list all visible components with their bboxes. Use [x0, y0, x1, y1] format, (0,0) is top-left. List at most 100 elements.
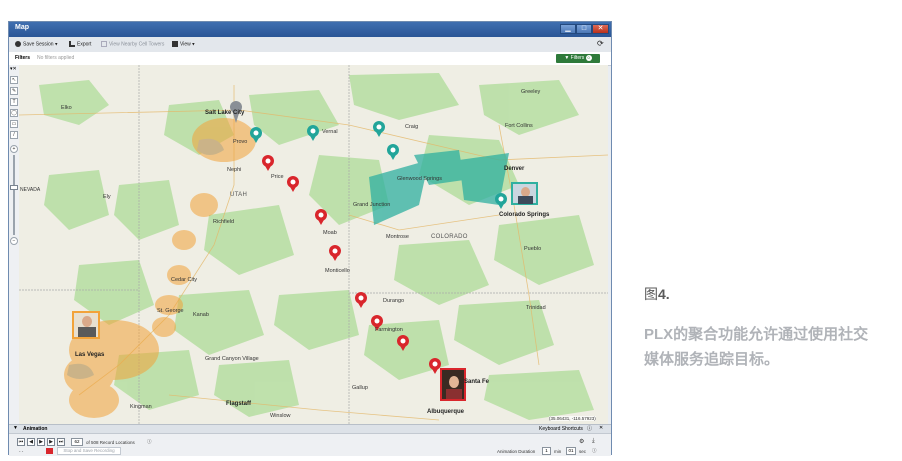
zoom-in-icon[interactable]: +	[10, 145, 18, 153]
record-icon[interactable]	[46, 448, 53, 454]
map-label-salt-lake-city: Salt Lake City	[205, 110, 245, 116]
lasso-tool-icon[interactable]: ◯	[10, 109, 18, 117]
select-tool-icon[interactable]: ↖	[10, 76, 18, 84]
funnel-icon: ▼	[564, 55, 570, 61]
map-label-las-vegas: Las Vegas	[75, 352, 105, 358]
map-label-pueblo: Pueblo	[524, 246, 542, 252]
export-button[interactable]: Export	[69, 41, 91, 47]
zoom-slider[interactable]	[13, 155, 15, 235]
minimize-button[interactable]: ▁	[560, 24, 576, 34]
map-canvas[interactable]: Elko Salt Lake City Provo Vernal Craig F…	[19, 65, 608, 424]
map-label-price: Price	[271, 174, 284, 180]
animation-panel: ▼ Animation Keyboard Shortcuts ⓘ ✕ ⏮ ◀ ▶…	[9, 424, 611, 456]
zoom-slider-handle[interactable]	[10, 185, 18, 190]
map-label-greeley: Greeley	[521, 89, 541, 95]
stop-save-recording-button[interactable]: Stop and Save Recording	[57, 447, 121, 455]
skip-to-start-icon[interactable]: ⏮	[17, 438, 25, 446]
duration-seconds-input[interactable]: 01	[566, 447, 576, 455]
filter-bar: Filters No filters applied ▼ Filters 0	[9, 52, 611, 66]
map-label-kingman: Kingman	[130, 404, 152, 410]
map-label-denver: Denver	[504, 166, 525, 172]
figure-caption: PLX的聚合功能允许通过使用社交媒体服务追踪目标。	[644, 326, 869, 368]
map-label-nevada: NEVADA	[20, 187, 41, 193]
disk-icon	[15, 41, 21, 47]
recording-status: - -	[19, 449, 24, 454]
download-icon[interactable]: ⤓	[592, 438, 595, 445]
person-shoulders-icon	[446, 389, 462, 399]
map-label-elko: Elko	[61, 105, 72, 111]
map-label-provo: Provo	[233, 139, 248, 145]
close-button[interactable]: ✕	[592, 24, 609, 34]
step-back-icon[interactable]: ◀	[27, 438, 35, 446]
cursor-coordinates: (35.06431, -116.57923)	[549, 416, 596, 421]
current-record-input[interactable]: 62	[71, 438, 83, 446]
map-label-glenwood-springs: Glenwood Springs	[397, 176, 442, 182]
close-animation-icon[interactable]: ✕	[599, 425, 603, 431]
person-face-icon	[82, 316, 92, 327]
map-label-grand-canyon: Grand Canyon Village	[205, 356, 259, 362]
duration-info-icon[interactable]: ⓘ	[592, 448, 597, 454]
map-label-santa-fe: Santa Fe	[464, 379, 490, 385]
save-session-label: Save Session ▾	[23, 41, 58, 48]
export-label: Export	[77, 41, 92, 48]
window-title: Map	[15, 24, 29, 31]
filters-count-badge: 0	[585, 55, 592, 61]
filters-button-label: Filters	[570, 55, 585, 61]
map-label-richfield: Richfield	[213, 219, 235, 225]
settings-gear-icon[interactable]: ⚙	[579, 438, 584, 445]
view-nearby-towers-button[interactable]: View Nearby Cell Towers	[101, 41, 164, 47]
filters-heading: Filters	[15, 55, 31, 61]
map-label-ely: Ely	[103, 194, 111, 200]
map-label-montrose: Montrose	[386, 234, 409, 240]
measure-tool-icon[interactable]: /	[10, 131, 18, 139]
step-forward-icon[interactable]: ▶	[47, 438, 55, 446]
target-photo-marker-las-vegas[interactable]	[72, 311, 100, 339]
maximize-button[interactable]: □	[576, 24, 592, 34]
filters-button[interactable]: ▼ Filters 0	[556, 54, 600, 63]
animation-collapse-icon[interactable]: ▼	[13, 425, 18, 431]
keyboard-shortcuts-link[interactable]: Keyboard Shortcuts	[539, 426, 583, 432]
map-label-colorado-springs: Colorado Springs	[499, 212, 550, 218]
record-info-icon[interactable]: ⓘ	[147, 439, 152, 445]
duration-minutes-input[interactable]: 1	[542, 447, 551, 455]
info-icon[interactable]: ⓘ	[587, 425, 592, 432]
map-label-colorado: COLORADO	[431, 234, 468, 240]
minutes-unit: min	[554, 449, 562, 454]
map-label-monticello: Monticello	[325, 268, 350, 274]
panel-collapse-icon[interactable]: ▾✕	[10, 66, 17, 72]
view-label: View ▾	[180, 41, 195, 48]
map-label-cedar-city: Cedar City	[171, 277, 197, 283]
map-label-grand-junction: Grand Junction	[353, 202, 391, 208]
animation-duration-label: Animation Duration	[497, 449, 536, 454]
record-count-text: of 508 Record Locations	[86, 440, 135, 445]
zoom-out-icon[interactable]: −	[10, 237, 18, 245]
person-shoulders-icon	[518, 196, 533, 204]
person-face-icon	[449, 376, 459, 388]
play-icon[interactable]: ▶	[37, 438, 45, 446]
map-label-moab: Moab	[323, 230, 337, 236]
view-menu-button[interactable]: View ▾	[172, 41, 195, 47]
target-photo-marker-denver[interactable]	[511, 182, 538, 205]
draw-tool-icon[interactable]: ✎	[10, 87, 18, 95]
map-label-utah: UTAH	[230, 192, 248, 198]
map-window: Map ▁ □ ✕ Save Session ▾ Export View Nea…	[8, 21, 612, 456]
print-tool-icon[interactable]: ▭	[10, 120, 18, 128]
filters-status: No filters applied	[37, 55, 75, 61]
save-session-button[interactable]: Save Session ▾	[15, 41, 57, 47]
view-nearby-label: View Nearby Cell Towers	[109, 41, 165, 48]
map-label-kanab: Kanab	[193, 312, 209, 318]
map-label-albuquerque: Albuquerque	[427, 409, 464, 415]
map-label-flagstaff: Flagstaff	[226, 401, 252, 407]
skip-to-end-icon[interactable]: ⏭	[57, 438, 65, 446]
refresh-icon[interactable]: ⟳	[597, 39, 604, 48]
figure-prefix: 图	[644, 286, 658, 302]
target-photo-marker-santa-fe[interactable]	[440, 368, 466, 401]
map-label-craig: Craig	[405, 124, 419, 130]
title-bar: Map ▁ □ ✕	[9, 22, 611, 37]
figure-number: 4.	[658, 286, 670, 302]
text-tool-icon[interactable]: T	[10, 98, 18, 106]
cell-tower-icon	[101, 41, 107, 47]
map-label-nephi: Nephi	[227, 167, 242, 173]
export-icon	[69, 41, 75, 47]
animation-header: ▼ Animation Keyboard Shortcuts ⓘ ✕	[9, 425, 611, 434]
